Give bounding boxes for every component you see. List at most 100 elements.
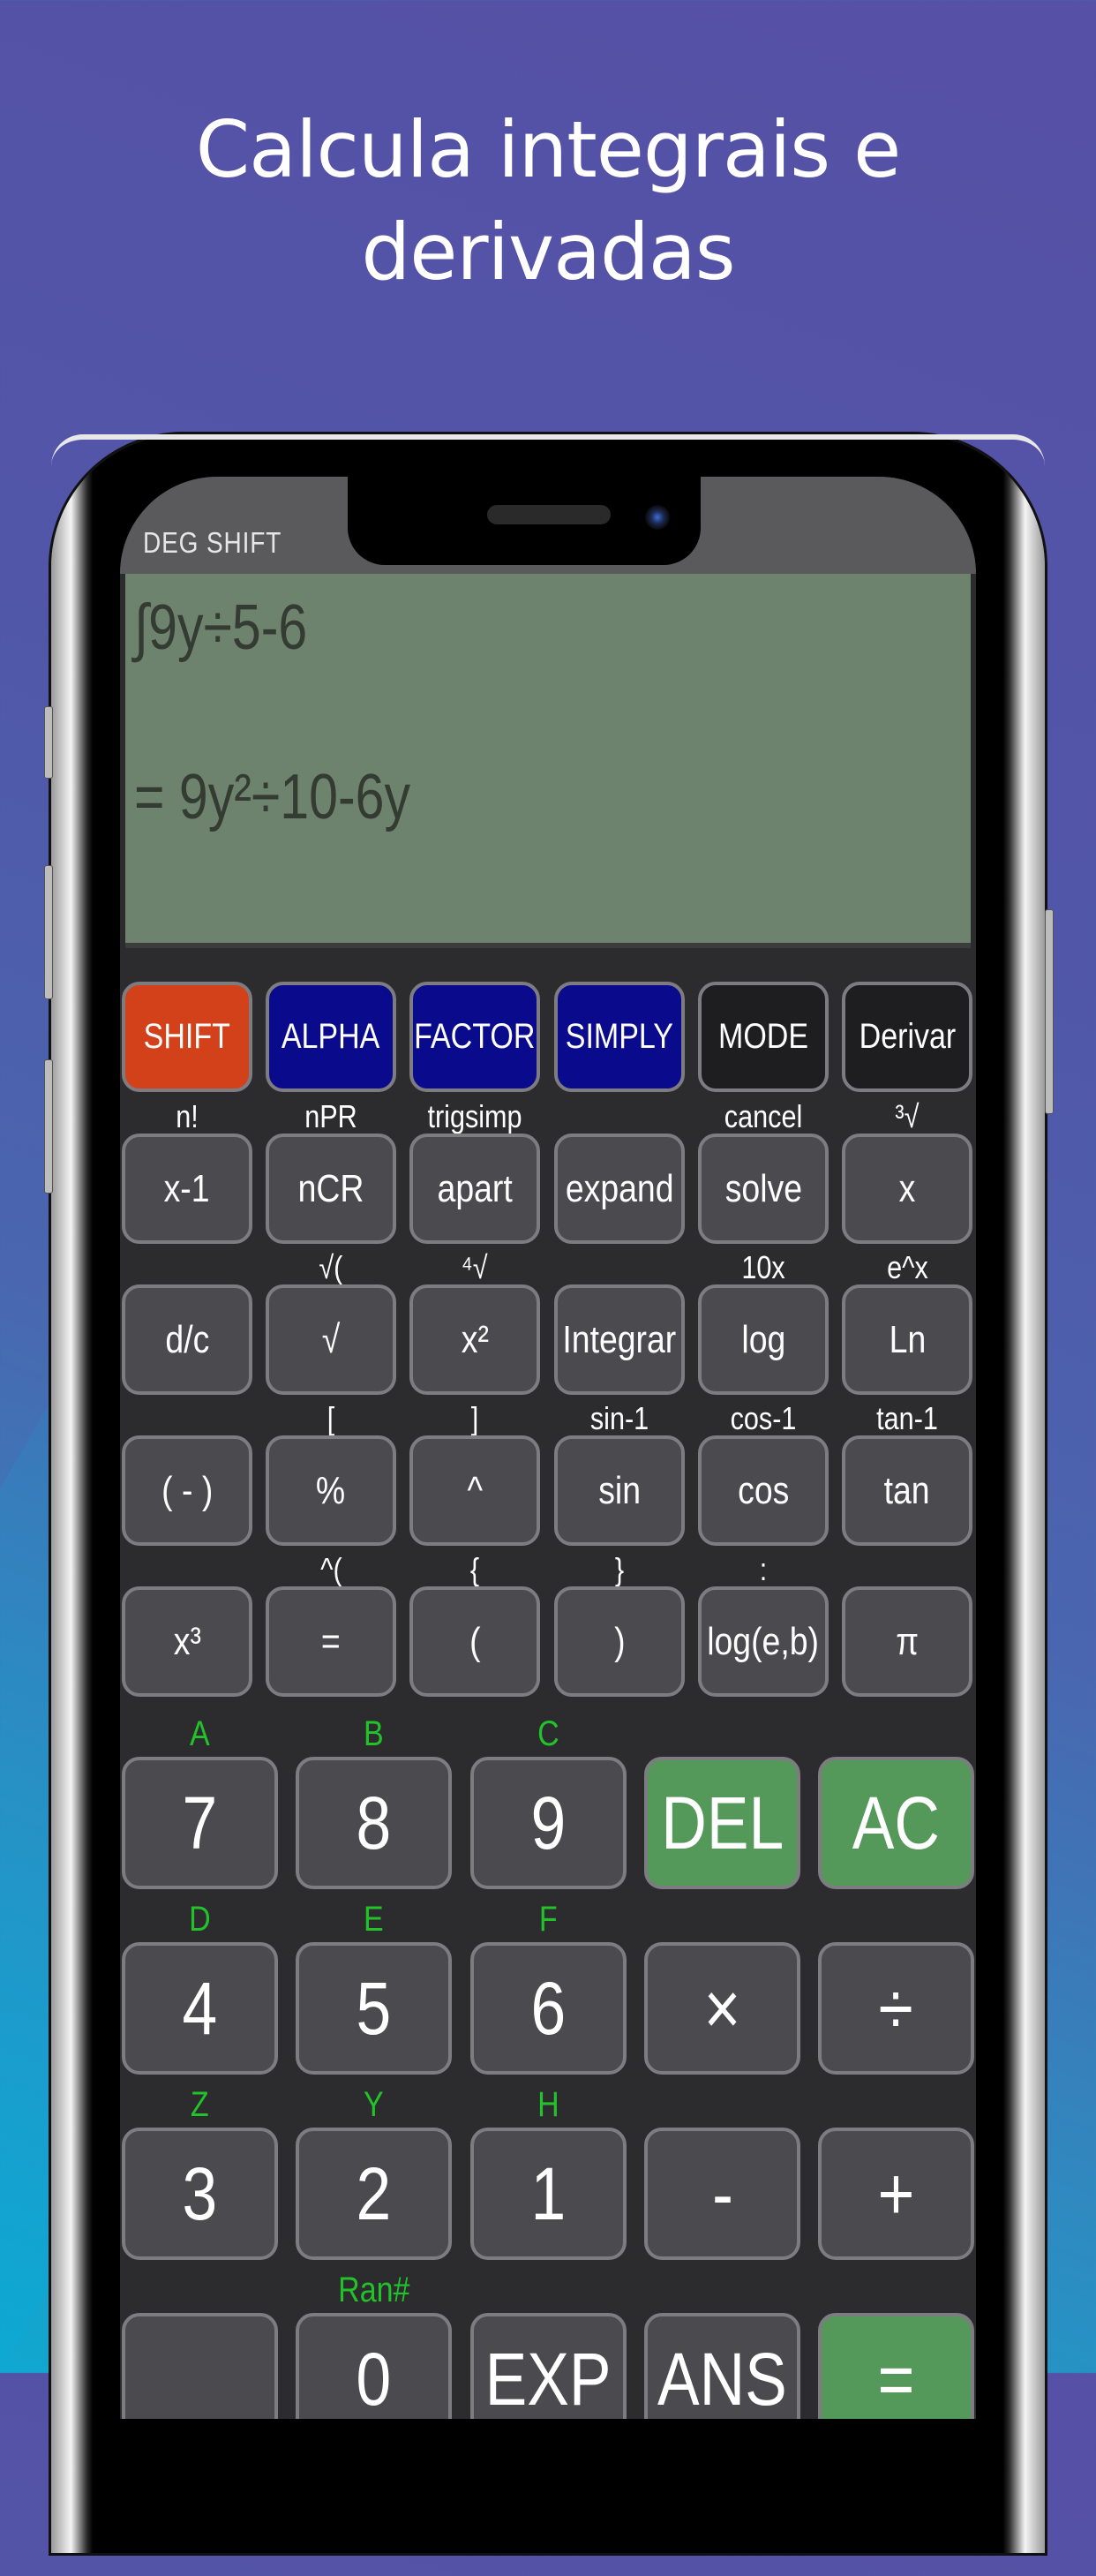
- side-button-silent: [44, 706, 53, 779]
- shift-label-trigsimp: trigsimp: [427, 1098, 522, 1134]
- key-label: x²: [461, 1317, 489, 1361]
- alpha-label-y: Y: [364, 2085, 384, 2124]
- alpha-label-b: B: [364, 1714, 384, 1753]
- factor-button[interactable]: FACTOR: [409, 982, 540, 1092]
- key-label: log(e,b): [707, 1619, 820, 1663]
- key-4[interactable]: 4: [122, 1942, 278, 2075]
- side-button-volume-down: [44, 1059, 53, 1194]
- key-del[interactable]: DEL: [644, 1757, 800, 1889]
- key-label: SIMPLY: [565, 1017, 674, 1056]
- key-label: cos: [737, 1468, 790, 1512]
- key-label: solve: [724, 1166, 802, 1210]
- key-x[interactable]: x: [842, 1134, 972, 1244]
- key-label: SHIFT: [143, 1017, 231, 1056]
- alpha-label-z: Z: [191, 2085, 209, 2124]
- key-ln[interactable]: Ln: [842, 1284, 972, 1395]
- shift-label-tan-1: tan-1: [876, 1400, 938, 1436]
- headline: Calcula integrais e derivadas: [0, 99, 1096, 304]
- key-symbol[interactable]: ^: [409, 1435, 540, 1546]
- key-0[interactable]: 0: [296, 2313, 452, 2419]
- side-button-power: [1045, 909, 1054, 1114]
- key-label: 6: [530, 1966, 567, 2050]
- key-label: 0: [356, 2337, 392, 2420]
- key-label: ×: [703, 1966, 741, 2050]
- key-ac[interactable]: AC: [818, 1757, 974, 1889]
- alpha-label-h: H: [537, 2085, 559, 2124]
- shift-label-e-x: e^x: [886, 1249, 928, 1285]
- key-label: 7: [182, 1781, 218, 1864]
- key-sin[interactable]: sin: [554, 1435, 685, 1546]
- shift-button[interactable]: SHIFT: [122, 982, 252, 1092]
- key-x-1[interactable]: x-1: [122, 1134, 252, 1244]
- key-label: ALPHA: [282, 1017, 380, 1056]
- key-6[interactable]: 6: [470, 1942, 627, 2075]
- key-tan[interactable]: tan: [842, 1435, 972, 1546]
- speaker-grille: [487, 505, 611, 524]
- key-3[interactable]: 3: [122, 2128, 278, 2260]
- key-x[interactable]: x²: [409, 1284, 540, 1395]
- mode-button[interactable]: MODE: [698, 982, 829, 1092]
- shift-label-cancel: cancel: [724, 1098, 803, 1134]
- key-label: Integrar: [562, 1317, 677, 1361]
- front-camera: [645, 505, 670, 530]
- key-label: √: [321, 1317, 341, 1361]
- key-symbol[interactable]: =: [266, 1586, 396, 1697]
- key-label: 3: [182, 2151, 218, 2235]
- key-d-c[interactable]: d/c: [122, 1284, 252, 1395]
- key-symbol[interactable]: √: [266, 1284, 396, 1395]
- key-label: FACTOR: [414, 1017, 536, 1056]
- key-label: x: [898, 1166, 916, 1210]
- key-label: tan: [883, 1468, 930, 1512]
- key-multiply[interactable]: ×: [644, 1942, 800, 2075]
- key-log-e-b[interactable]: log(e,b): [698, 1586, 829, 1697]
- key-symbol[interactable]: %: [266, 1435, 396, 1546]
- shift-label-symbol: [: [327, 1400, 335, 1436]
- key-label: +: [877, 2151, 915, 2235]
- key-label: 8: [356, 1781, 392, 1864]
- key-label: =: [877, 2337, 915, 2420]
- key-symbol[interactable]: ( - ): [122, 1435, 252, 1546]
- key-minus[interactable]: -: [644, 2128, 800, 2260]
- key-equals[interactable]: =: [818, 2313, 974, 2419]
- key-expand[interactable]: expand: [554, 1134, 685, 1244]
- key-integrar[interactable]: Integrar: [554, 1284, 685, 1395]
- key-5[interactable]: 5: [296, 1942, 452, 2075]
- alpha-button[interactable]: ALPHA: [266, 982, 396, 1092]
- key-divide[interactable]: ÷: [818, 1942, 974, 2075]
- key-exp[interactable]: EXP: [470, 2313, 627, 2419]
- key-9[interactable]: 9: [470, 1757, 627, 1889]
- shift-label-sin-1: sin-1: [589, 1400, 649, 1436]
- shift-label-symbol: ³√: [895, 1098, 920, 1134]
- key-x[interactable]: x³: [122, 1586, 252, 1697]
- shift-label-n: n!: [176, 1098, 199, 1134]
- key-symbol[interactable]: π: [842, 1586, 972, 1697]
- key-ans[interactable]: ANS: [644, 2313, 800, 2419]
- key-apart[interactable]: apart: [409, 1134, 540, 1244]
- key-cos[interactable]: cos: [698, 1435, 829, 1546]
- key-log[interactable]: log: [698, 1284, 829, 1395]
- simply-button[interactable]: SIMPLY: [554, 982, 685, 1092]
- alpha-label-f: F: [539, 1900, 558, 1939]
- alpha-label-c: C: [537, 1714, 559, 1753]
- key-label: -: [711, 2151, 733, 2235]
- key-2[interactable]: 2: [296, 2128, 452, 2260]
- key-symbol[interactable]: ): [554, 1586, 685, 1697]
- shift-label-symbol: ⁴√: [462, 1249, 488, 1285]
- key-ncr[interactable]: nCR: [266, 1134, 396, 1244]
- headline-line-1: Calcula integrais e: [195, 104, 902, 195]
- key-1[interactable]: 1: [470, 2128, 627, 2260]
- key-label: ANS: [657, 2337, 787, 2420]
- alpha-label-e: E: [364, 1900, 384, 1939]
- key-blank[interactable]: [122, 2313, 278, 2419]
- key-solve[interactable]: solve: [698, 1134, 829, 1244]
- key-7[interactable]: 7: [122, 1757, 278, 1889]
- key-label: 4: [182, 1966, 218, 2050]
- derivar-button[interactable]: Derivar: [842, 982, 972, 1092]
- key-8[interactable]: 8: [296, 1757, 452, 1889]
- key-symbol[interactable]: (: [409, 1586, 540, 1697]
- key-label: x-1: [164, 1166, 210, 1210]
- shift-label-npr: nPR: [304, 1098, 357, 1134]
- key-label: Ln: [889, 1317, 926, 1361]
- key-label: log: [741, 1317, 785, 1361]
- key-plus[interactable]: +: [818, 2128, 974, 2260]
